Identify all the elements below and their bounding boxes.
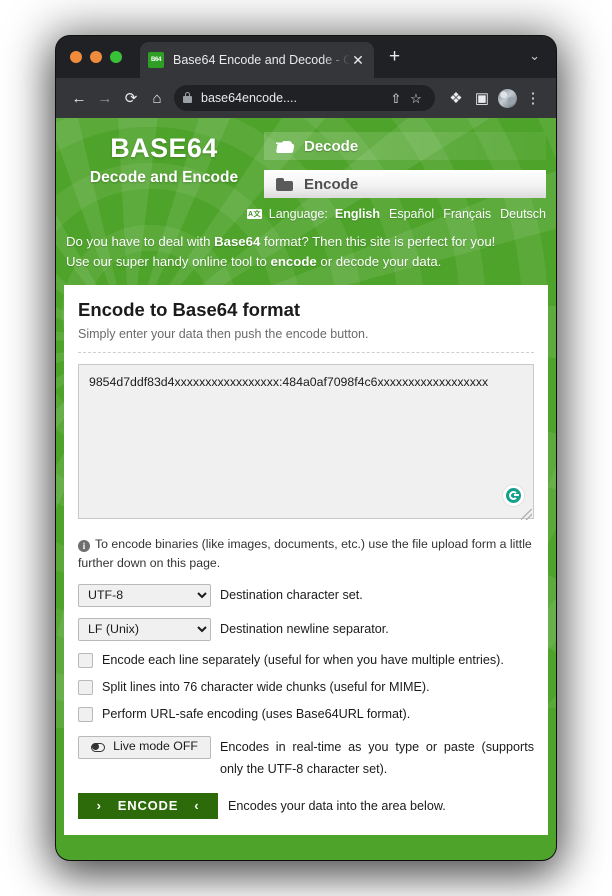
brand-title: BASE64 [110,133,218,163]
chevron-left-icon: ‹ [194,798,200,814]
charset-description: Destination character set. [220,588,363,603]
checkbox-split-lines[interactable] [78,679,93,695]
close-icon[interactable]: ✕ [350,53,366,67]
encode-description: Encodes your data into the area below. [228,798,446,813]
binary-upload-note: i To encode binaries (like images, docume… [78,535,534,573]
forward-icon[interactable]: → [92,91,118,106]
newline-description: Destination newline separator. [220,622,389,637]
page-title: Encode to Base64 format [78,298,301,320]
new-tab-button[interactable]: + [389,47,400,66]
checkbox-url-safe-label: Perform URL-safe encoding (uses Base64UR… [102,707,411,722]
translate-icon: A 文 [246,209,262,219]
encode-button[interactable]: › ENCODE ‹ [78,792,218,819]
checkbox-url-safe[interactable] [78,706,93,722]
favicon-icon: B64 [148,52,164,68]
checkbox-row-split-lines: Split lines into 76 character wide chunk… [78,679,534,695]
language-label: Language: [268,207,328,221]
translate-icon-latin: A [248,210,254,218]
page-bottom-strip [56,835,556,849]
grammarly-glyph [506,487,521,503]
language-link-deutsch[interactable]: Deutsch [500,207,546,221]
browser-tab[interactable]: B64 Base64 Encode and Decode - O ✕ [140,42,374,78]
browser-menu-icon[interactable]: ⋮ [520,91,546,106]
url-text: base64encode.... [201,91,297,105]
extensions-puzzle-icon[interactable]: ❖ [443,91,469,106]
checkbox-encode-each-line-label: Encode each line separately (useful for … [102,653,504,668]
window-maximize-button[interactable] [110,51,122,63]
share-icon[interactable]: ⇧ [386,92,406,105]
intro-line1-part1: Do you have to deal with [66,234,215,249]
browser-tab-strip: B64 Base64 Encode and Decode - O ✕ + ⌄ [56,36,556,78]
intro-line1-part2: format? Then this site is perfect for yo… [260,234,496,249]
language-link-espanol[interactable]: Español [389,207,434,221]
binary-upload-note-text: To encode binaries (like images, documen… [78,536,532,570]
tab-decode[interactable]: Decode [264,132,546,160]
language-selector: A 文 Language: English Español Français D… [56,198,556,221]
encode-input[interactable] [78,363,534,519]
bookmark-star-icon[interactable]: ☆ [406,92,426,105]
browser-tab-title: Base64 Encode and Decode - O [173,53,350,67]
charset-row: UTF-8 Destination character set. [78,583,534,607]
avatar[interactable] [498,88,517,108]
encode-input-wrapper [78,363,534,524]
checkbox-encode-each-line[interactable] [78,652,93,668]
checkbox-split-lines-label: Split lines into 76 character wide chunk… [102,680,430,695]
encode-action-row: › ENCODE ‹ Encodes your data into the ar… [78,792,534,819]
mode-tabs: Decode Encode [264,132,548,198]
page-content: BASE64 Decode and Encode Decode Encode A… [56,118,556,849]
live-mode-description: Encodes in real-time as you type or past… [220,739,534,776]
intro-paragraph: Do you have to deal with Base64 format? … [56,221,556,272]
encode-button-label: ENCODE [117,798,179,814]
intro-line2-part2: or decode your data. [316,253,442,269]
checkbox-row-url-safe: Perform URL-safe encoding (uses Base64UR… [78,706,534,722]
intro-line2-part1: Use our super handy online tool to [66,253,271,269]
checkbox-row-each-line: Encode each line separately (useful for … [78,652,534,668]
intro-line1-bold: Base64 [214,234,261,249]
folder-open-icon [276,140,293,153]
window-minimize-button[interactable] [90,51,102,63]
live-mode-toggle-label: Live mode OFF [113,739,198,754]
reload-icon[interactable]: ⟳ [118,91,144,106]
toggle-icon [91,742,106,752]
encode-card: Encode to Base64 format Simply enter you… [64,284,548,835]
tab-encode[interactable]: Encode [264,170,546,198]
newline-select[interactable]: LF (Unix) [78,617,211,641]
browser-toolbar: ← → ⟳ ⌂ base64encode.... ⇧ ☆ ❖ ▣ ⋮ [56,78,556,118]
folder-closed-icon [276,178,293,191]
site-header: BASE64 Decode and Encode Decode Encode [56,118,556,198]
tab-encode-label: Encode [304,176,359,193]
brand-subtitle: Decode and Encode [89,169,239,187]
intro-line2-bold: encode [270,253,317,269]
lock-icon [183,91,192,103]
tab-decode-label: Decode [304,137,359,155]
live-mode-toggle[interactable]: Live mode OFF [78,735,211,759]
info-icon: i [78,539,90,552]
site-brand: BASE64 Decode and Encode [64,132,264,198]
grammarly-icon[interactable] [502,483,525,507]
live-mode-row: Live mode OFF Encodes in real-time as yo… [78,735,534,780]
chevron-down-icon[interactable]: ⌄ [529,49,540,62]
newline-row: LF (Unix) Destination newline separator. [78,617,534,641]
address-bar[interactable]: base64encode.... ⇧ ☆ [174,85,435,111]
chevron-right-icon: › [96,798,102,814]
browser-window: B64 Base64 Encode and Decode - O ✕ + ⌄ ←… [56,36,556,860]
language-link-english[interactable]: English [335,207,380,221]
back-icon[interactable]: ← [66,91,92,106]
side-panel-icon[interactable]: ▣ [469,91,495,106]
home-icon[interactable]: ⌂ [144,91,170,106]
window-close-button[interactable] [70,51,82,63]
screenshot-root: B64 Base64 Encode and Decode - O ✕ + ⌄ ←… [0,0,612,896]
charset-select[interactable]: UTF-8 [78,583,211,607]
translate-icon-cjk: 文 [253,210,261,218]
language-link-francais[interactable]: Français [443,207,491,221]
card-subtitle: Simply enter your data then push the enc… [78,327,534,353]
page-viewport: BASE64 Decode and Encode Decode Encode A… [56,118,556,860]
